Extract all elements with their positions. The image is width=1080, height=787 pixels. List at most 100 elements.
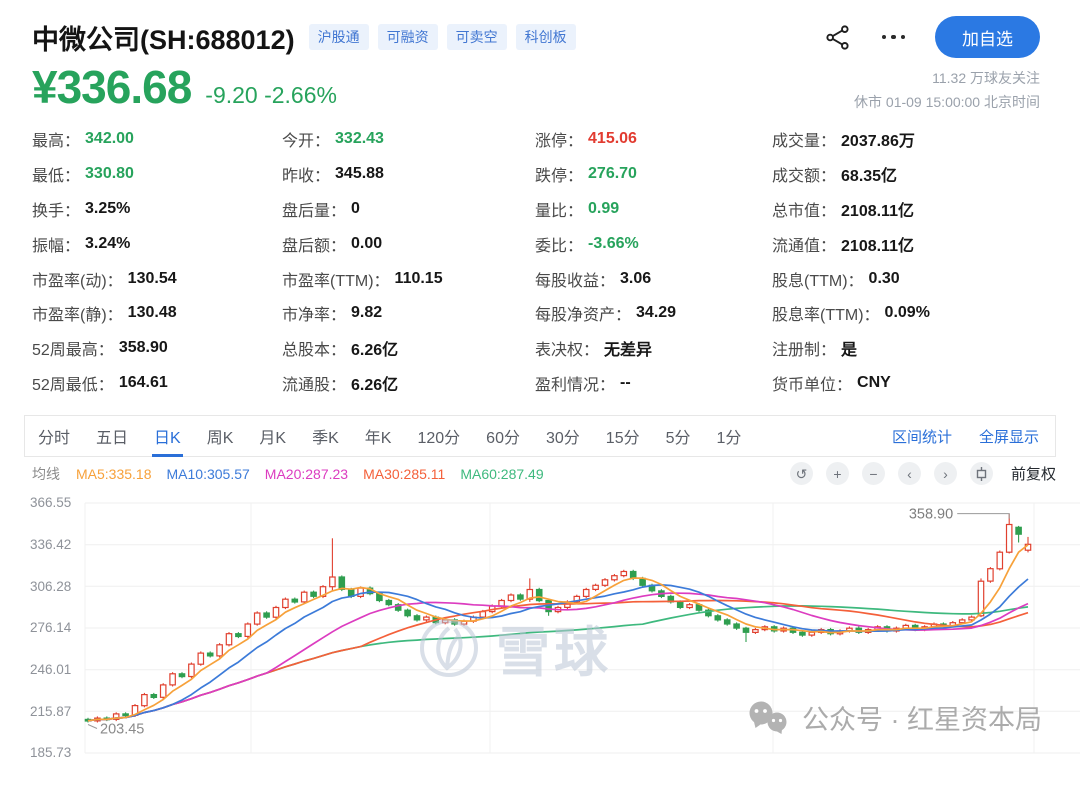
undo-icon[interactable]: ↺ — [790, 462, 813, 485]
stat-row: 市盈率(静)：130.48 — [32, 296, 282, 331]
stat-row: 52周最低： 164.61 — [32, 366, 282, 401]
svg-text:203.45: 203.45 — [100, 722, 144, 738]
stat-label: 振幅： — [32, 232, 80, 256]
stat-value: -3.66% — [588, 235, 639, 253]
pan-right-icon[interactable]: › — [934, 462, 957, 485]
tab-月K[interactable]: 月K — [246, 416, 299, 456]
stat-label: 每股收益： — [535, 267, 615, 291]
stat-label: 今开： — [282, 127, 330, 151]
tab-季K[interactable]: 季K — [299, 416, 352, 456]
stat-row: 股息(TTM)：0.30 — [772, 261, 1080, 296]
tab-分时[interactable]: 分时 — [25, 416, 83, 456]
stock-badge[interactable]: 可卖空 — [447, 24, 507, 50]
stat-label: 市盈率(TTM)： — [282, 267, 390, 291]
stat-value: 2108.11亿 — [841, 232, 914, 256]
stock-badge[interactable]: 可融资 — [378, 24, 438, 50]
stat-value: 332.43 — [335, 130, 384, 148]
y-axis-tick: 366.55 — [30, 494, 71, 512]
stat-label: 股息率(TTM)： — [772, 301, 880, 325]
stat-row: 流通股：6.26亿 — [282, 366, 535, 401]
link-区间统计[interactable]: 区间统计 — [892, 426, 952, 447]
stat-row: 52周最高：358.90 — [32, 331, 282, 366]
stat-label: 货币单位： — [772, 371, 852, 395]
stat-value: 0.30 — [869, 270, 900, 288]
stat-column: 成交量：2037.86万成交额：68.35亿总市值：2108.11亿流通值：21… — [772, 122, 1080, 400]
y-axis-tick: 215.87 — [30, 703, 71, 721]
stat-row: 成交量：2037.86万 — [772, 122, 1080, 157]
stat-value: 34.29 — [636, 304, 676, 322]
stat-value: 无差异 — [604, 336, 652, 360]
stat-row: 总股本：6.26亿 — [282, 331, 535, 366]
stat-row: 涨停： 415.06 — [535, 122, 772, 157]
stat-value: CNY — [857, 374, 891, 392]
zoom-in-icon[interactable]: + — [826, 462, 849, 485]
stat-label: 委比： — [535, 232, 583, 256]
stock-badge[interactable]: 沪股通 — [309, 24, 369, 50]
ma-legend-row: 均线 MA5:335.18MA10:305.57MA20:287.23MA30:… — [32, 457, 1056, 490]
tab-60分[interactable]: 60分 — [473, 416, 533, 456]
y-axis-tick: 306.28 — [30, 578, 71, 596]
stat-row: 总市值：2108.11亿 — [772, 192, 1080, 227]
chart-canvas[interactable]: 358.90203.45 — [0, 490, 1080, 761]
stat-value: 2037.86万 — [841, 127, 915, 151]
stat-label: 市盈率(静)： — [32, 301, 123, 325]
share-icon[interactable] — [825, 24, 852, 51]
chart-toolbar: ↺ + − ‹ › 前复权 — [790, 462, 1056, 485]
candle-style-icon[interactable] — [970, 462, 993, 485]
stat-row: 换手： 3.25% — [32, 192, 282, 227]
price-change: -9.20 -2.66% — [205, 82, 337, 109]
stock-badge[interactable]: 科创板 — [516, 24, 576, 50]
tab-15分[interactable]: 15分 — [593, 416, 653, 456]
link-全屏显示[interactable]: 全屏显示 — [979, 426, 1039, 447]
price-section: ¥336.68 -9.20 -2.66% 11.32 万球友关注 休市 01-0… — [0, 58, 1080, 114]
page-title: 中微公司(SH:688012) — [32, 18, 295, 57]
stat-row: 成交额：68.35亿 — [772, 157, 1080, 192]
stat-label: 涨停： — [535, 127, 583, 151]
stat-label: 流通股： — [282, 371, 346, 395]
stat-label: 流通值： — [772, 232, 836, 256]
zoom-out-icon[interactable]: − — [862, 462, 885, 485]
add-watchlist-button[interactable]: 加自选 — [935, 16, 1040, 58]
stat-label: 总市值： — [772, 197, 836, 221]
stat-label: 最高： — [32, 127, 80, 151]
tab-周K[interactable]: 周K — [194, 416, 247, 456]
stat-row: 市净率：9.82 — [282, 296, 535, 331]
candlestick-chart[interactable]: 358.90203.45 雪球 公众号 · 红星资本局 366.55336.42… — [0, 490, 1080, 761]
stat-row: 注册制：是 — [772, 331, 1080, 366]
stat-label: 成交量： — [772, 127, 836, 151]
tab-30分[interactable]: 30分 — [533, 416, 593, 456]
current-price: ¥336.68 — [32, 60, 191, 114]
stat-value: 164.61 — [119, 374, 168, 392]
stat-value: 6.26亿 — [351, 336, 398, 360]
stat-value: 345.88 — [335, 165, 384, 183]
stat-label: 52周最低： — [32, 371, 114, 395]
stat-label: 注册制： — [772, 336, 836, 360]
stat-value: 415.06 — [588, 130, 637, 148]
tab-日K[interactable]: 日K — [141, 416, 194, 456]
stat-column: 今开：332.43昨收：345.88盘后量：0盘后额：0.00市盈率(TTM)：… — [282, 122, 535, 400]
tab-1分[interactable]: 1分 — [704, 416, 755, 456]
pan-left-icon[interactable]: ‹ — [898, 462, 921, 485]
stat-value: 342.00 — [85, 130, 134, 148]
stat-row: 昨收： 345.88 — [282, 157, 535, 192]
tab-5分[interactable]: 5分 — [653, 416, 704, 456]
tab-五日[interactable]: 五日 — [83, 416, 141, 456]
ma-value: MA30:285.11 — [363, 466, 445, 482]
stat-value: 3.25% — [85, 200, 130, 218]
stat-label: 市净率： — [282, 301, 346, 325]
stat-row: 盘后量：0 — [282, 192, 535, 227]
adjust-mode-label[interactable]: 前复权 — [1011, 463, 1056, 484]
stat-label: 昨收： — [282, 162, 330, 186]
followers-count: 11.32 万球友关注 — [854, 66, 1040, 90]
stat-label: 换手： — [32, 197, 80, 221]
more-icon[interactable] — [882, 35, 906, 40]
stat-row: 最低：330.80 — [32, 157, 282, 192]
stat-value: 0 — [351, 200, 360, 218]
stat-value: 330.80 — [85, 165, 134, 183]
stat-value: -- — [620, 374, 631, 392]
stat-label: 量比： — [535, 197, 583, 221]
stat-value: 276.70 — [588, 165, 637, 183]
tab-年K[interactable]: 年K — [352, 416, 405, 456]
stat-value: 2108.11亿 — [841, 197, 914, 221]
tab-120分[interactable]: 120分 — [404, 416, 473, 456]
